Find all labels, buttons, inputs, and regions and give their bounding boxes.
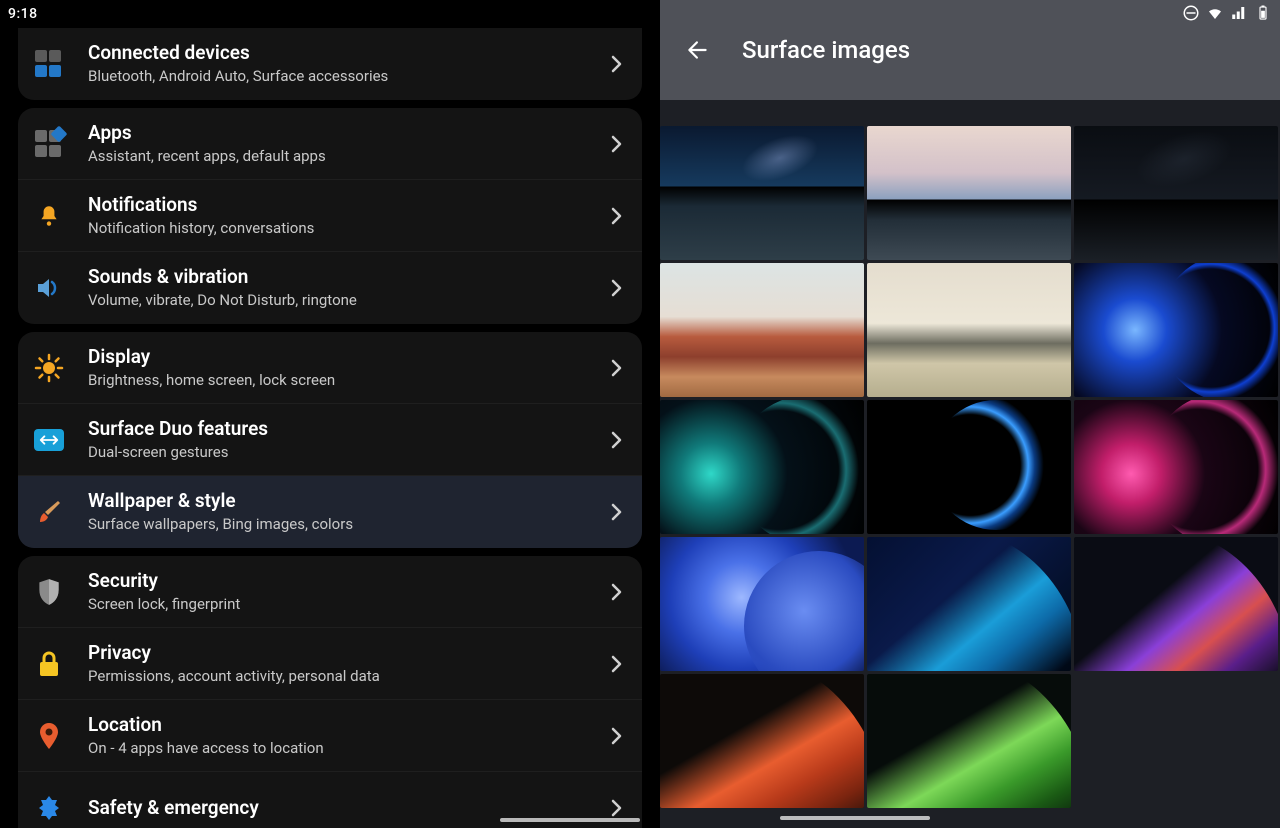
- item-title: Privacy: [88, 641, 604, 665]
- settings-item-privacy[interactable]: PrivacyPermissions, account activity, pe…: [18, 628, 642, 700]
- location-icon: [38, 721, 60, 751]
- settings-pane: 9:18 Connected devicesBluetooth, Android…: [0, 0, 660, 828]
- wallpaper-orb-teal[interactable]: [660, 400, 864, 534]
- status-icons: [1182, 4, 1272, 22]
- sun-icon: [34, 353, 64, 383]
- settings-group: SecurityScreen lock, fingerprintPrivacyP…: [18, 556, 642, 828]
- item-title: Connected devices: [88, 41, 604, 65]
- chevron-right-icon: [604, 428, 628, 452]
- item-title: Wallpaper & style: [88, 489, 604, 513]
- chevron-right-icon: [604, 276, 628, 300]
- signal-icon: [1230, 4, 1248, 22]
- wallpaper-orb-light-blue[interactable]: [660, 537, 864, 671]
- wallpaper-orb-crescent[interactable]: [867, 400, 1071, 534]
- wallpaper-mountain-dusk[interactable]: [867, 126, 1071, 260]
- item-title: Surface Duo features: [88, 417, 604, 441]
- settings-item-security[interactable]: SecurityScreen lock, fingerprint: [18, 556, 642, 628]
- wallpaper-orb-magenta[interactable]: [1074, 400, 1278, 534]
- shield-icon: [36, 577, 62, 607]
- scroll-indicator: [500, 818, 640, 822]
- wallpaper-grid[interactable]: [660, 100, 1280, 828]
- chevron-right-icon: [604, 204, 628, 228]
- item-subtitle: Assistant, recent apps, default apps: [88, 147, 604, 167]
- settings-item-sounds[interactable]: Sounds & vibrationVolume, vibrate, Do No…: [18, 252, 642, 324]
- wallpaper-picker-pane: Surface images: [660, 0, 1280, 828]
- settings-item-location[interactable]: LocationOn - 4 apps have access to locat…: [18, 700, 642, 772]
- chevron-right-icon: [604, 652, 628, 676]
- sound-icon: [34, 275, 64, 301]
- item-subtitle: Notification history, conversations: [88, 219, 604, 239]
- scroll-indicator: [780, 816, 930, 820]
- chevron-right-icon: [604, 132, 628, 156]
- chevron-right-icon: [604, 796, 628, 820]
- back-button[interactable]: [680, 32, 716, 68]
- item-title: Location: [88, 713, 604, 737]
- chevron-right-icon: [604, 356, 628, 380]
- settings-group: AppsAssistant, recent apps, default apps…: [18, 108, 642, 324]
- settings-item-display[interactable]: DisplayBrightness, home screen, lock scr…: [18, 332, 642, 404]
- apps-icon: [35, 130, 63, 158]
- medical-icon: [35, 794, 63, 822]
- settings-group: Connected devicesBluetooth, Android Auto…: [18, 28, 642, 100]
- page-title: Surface images: [742, 36, 910, 64]
- chevron-right-icon: [604, 724, 628, 748]
- item-title: Apps: [88, 121, 604, 145]
- lock-icon: [38, 650, 60, 678]
- settings-item-apps[interactable]: AppsAssistant, recent apps, default apps: [18, 108, 642, 180]
- wallpaper-mountain-dark[interactable]: [1074, 126, 1278, 260]
- item-subtitle: Bluetooth, Android Auto, Surface accesso…: [88, 67, 604, 87]
- item-title: Display: [88, 345, 604, 369]
- bell-icon: [36, 203, 62, 229]
- chevron-right-icon: [604, 52, 628, 76]
- chevron-right-icon: [604, 500, 628, 524]
- item-subtitle: Surface wallpapers, Bing images, colors: [88, 515, 604, 535]
- wallpaper-wave-orange[interactable]: [660, 674, 864, 808]
- settings-item-wallpaper[interactable]: Wallpaper & styleSurface wallpapers, Bin…: [18, 476, 642, 548]
- battery-icon: [1254, 4, 1272, 22]
- status-time: 9:18: [8, 6, 38, 22]
- item-subtitle: Screen lock, fingerprint: [88, 595, 604, 615]
- connected-devices-icon: [35, 50, 63, 78]
- arrow-left-icon: [685, 37, 711, 63]
- wallpaper-wave-blue[interactable]: [867, 537, 1071, 671]
- wallpaper-orb-blue[interactable]: [1074, 263, 1278, 397]
- wallpaper-desert-light[interactable]: [867, 263, 1071, 397]
- settings-list[interactable]: Connected devicesBluetooth, Android Auto…: [0, 24, 660, 828]
- item-subtitle: Volume, vibrate, Do Not Disturb, rington…: [88, 291, 604, 311]
- item-subtitle: On - 4 apps have access to location: [88, 739, 604, 759]
- settings-item-notifications[interactable]: NotificationsNotification history, conve…: [18, 180, 642, 252]
- wifi-icon: [1206, 4, 1224, 22]
- item-title: Sounds & vibration: [88, 265, 604, 289]
- item-title: Notifications: [88, 193, 604, 217]
- item-subtitle: Dual-screen gestures: [88, 443, 604, 463]
- item-subtitle: Brightness, home screen, lock screen: [88, 371, 604, 391]
- wallpaper-wave-purple[interactable]: [1074, 537, 1278, 671]
- status-bar: 9:18: [0, 0, 660, 28]
- item-title: Safety & emergency: [88, 796, 604, 820]
- item-title: Security: [88, 569, 604, 593]
- wallpaper-mountain-night[interactable]: [660, 126, 864, 260]
- wallpaper-desert-red[interactable]: [660, 263, 864, 397]
- settings-item-connected[interactable]: Connected devicesBluetooth, Android Auto…: [18, 28, 642, 100]
- chevron-right-icon: [604, 580, 628, 604]
- item-subtitle: Permissions, account activity, personal …: [88, 667, 604, 687]
- wallpaper-wave-green[interactable]: [867, 674, 1071, 808]
- settings-item-duo[interactable]: Surface Duo featuresDual-screen gestures: [18, 404, 642, 476]
- settings-group: DisplayBrightness, home screen, lock scr…: [18, 332, 642, 548]
- dnd-icon: [1182, 4, 1200, 22]
- brush-icon: [34, 497, 64, 527]
- duo-icon: [34, 429, 64, 451]
